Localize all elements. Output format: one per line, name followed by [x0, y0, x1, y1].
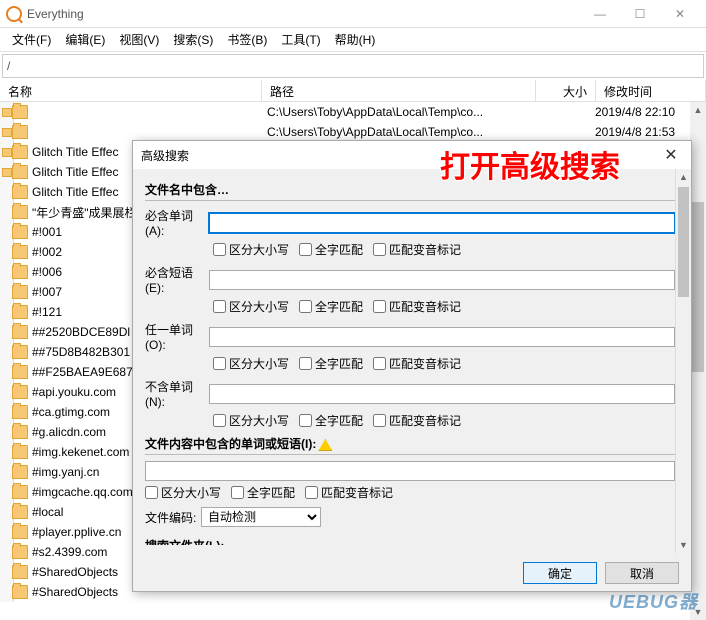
menu-search[interactable]: 搜索(S) — [167, 29, 219, 50]
column-headers: 名称 路径 大小 修改时间 — [0, 80, 706, 102]
folder-icon — [12, 505, 28, 519]
folder-icon — [12, 225, 28, 239]
folder-icon — [12, 385, 28, 399]
main-scrollbar[interactable]: ▲ ▼ — [690, 102, 706, 620]
scroll-down-icon[interactable]: ▼ — [676, 537, 691, 553]
pathbar-text: / — [7, 59, 10, 73]
chk-whole-2[interactable]: 全字匹配 — [299, 298, 363, 315]
chk-whole-1[interactable]: 全字匹配 — [299, 241, 363, 258]
chk-whole-5[interactable]: 全字匹配 — [231, 484, 295, 501]
menu-help[interactable]: 帮助(H) — [329, 29, 382, 50]
folder-icon — [12, 585, 28, 599]
scroll-thumb[interactable] — [692, 202, 704, 372]
menu-tools[interactable]: 工具(T) — [275, 29, 326, 50]
table-row[interactable]: C:\Users\Toby\AppData\Local\Temp\co... 2… — [4, 122, 700, 142]
folder-icon — [12, 145, 28, 159]
col-path[interactable]: 路径 — [262, 80, 536, 101]
chk-whole-3[interactable]: 全字匹配 — [299, 355, 363, 372]
app-logo — [6, 6, 22, 22]
select-encoding[interactable]: 自动检测 — [201, 507, 321, 527]
window-titlebar: Everything — ☐ ✕ — [0, 0, 706, 28]
label-all-words: 必含单词(A): — [145, 207, 209, 238]
section-folder: 搜索文件夹(L): — [145, 537, 675, 545]
input-any-word[interactable] — [209, 327, 675, 347]
folder-icon — [12, 405, 28, 419]
chk-case-1[interactable]: 区分大小写 — [213, 241, 289, 258]
folder-icon — [12, 325, 28, 339]
table-row[interactable]: C:\Users\Toby\AppData\Local\Temp\co... 2… — [4, 102, 700, 122]
minimize-button[interactable]: — — [580, 2, 620, 26]
file-path: C:\Users\Toby\AppData\Local\Temp\co... — [267, 125, 595, 139]
watermark: UEBUG器 — [609, 588, 698, 614]
input-phrase[interactable] — [209, 270, 675, 290]
chk-case-5[interactable]: 区分大小写 — [145, 484, 221, 501]
folder-icon — [12, 265, 28, 279]
folder-icon — [12, 465, 28, 479]
close-window-button[interactable]: ✕ — [660, 2, 700, 26]
annotation-text: 打开高级搜索 — [440, 142, 620, 186]
label-encoding: 文件编码: — [145, 509, 201, 526]
chk-case-3[interactable]: 区分大小写 — [213, 355, 289, 372]
section-content: 文件内容中包含的单词或短语(I): — [145, 435, 675, 455]
chk-diacritics-1[interactable]: 匹配变音标记 — [373, 241, 461, 258]
chk-diacritics-2[interactable]: 匹配变音标记 — [373, 298, 461, 315]
folder-icon — [12, 345, 28, 359]
cancel-button[interactable]: 取消 — [605, 562, 679, 584]
search-bar[interactable]: / — [2, 54, 704, 78]
label-none-word: 不含单词(N): — [145, 378, 209, 409]
chk-whole-4[interactable]: 全字匹配 — [299, 412, 363, 429]
col-size[interactable]: 大小 — [536, 80, 596, 101]
folder-icon — [12, 425, 28, 439]
menu-edit[interactable]: 编辑(E) — [59, 29, 111, 50]
chk-diacritics-3[interactable]: 匹配变音标记 — [373, 355, 461, 372]
menu-view[interactable]: 视图(V) — [113, 29, 165, 50]
scroll-up-icon[interactable]: ▲ — [676, 169, 691, 185]
menu-bar: 文件(F) 编辑(E) 视图(V) 搜索(S) 书签(B) 工具(T) 帮助(H… — [0, 28, 706, 52]
input-content[interactable] — [145, 461, 675, 481]
folder-icon — [12, 485, 28, 499]
file-date: 2019/4/8 22:10 — [595, 105, 700, 119]
close-icon[interactable]: ✕ — [659, 143, 683, 167]
input-all-words[interactable] — [209, 213, 675, 233]
folder-icon — [12, 445, 28, 459]
window-title: Everything — [27, 7, 580, 21]
folder-icon — [12, 125, 28, 139]
scroll-up-icon[interactable]: ▲ — [690, 102, 706, 118]
folder-icon — [12, 525, 28, 539]
advanced-search-dialog: 高级搜索 ✕ 文件名中包含… 必含单词(A): 区分大小写 全字匹配 匹配变音标… — [132, 140, 692, 592]
maximize-button[interactable]: ☐ — [620, 2, 660, 26]
input-none-word[interactable] — [209, 384, 675, 404]
chk-diacritics-4[interactable]: 匹配变音标记 — [373, 412, 461, 429]
folder-icon — [12, 545, 28, 559]
file-path: C:\Users\Toby\AppData\Local\Temp\co... — [267, 105, 595, 119]
menu-file[interactable]: 文件(F) — [6, 29, 57, 50]
folder-icon — [12, 245, 28, 259]
label-any-word: 任一单词(O): — [145, 321, 209, 352]
col-name[interactable]: 名称 — [0, 80, 262, 101]
folder-icon — [12, 185, 28, 199]
col-date[interactable]: 修改时间 — [596, 80, 706, 101]
ok-button[interactable]: 确定 — [523, 562, 597, 584]
folder-icon — [12, 565, 28, 579]
folder-icon — [12, 365, 28, 379]
chk-case-4[interactable]: 区分大小写 — [213, 412, 289, 429]
file-date: 2019/4/8 21:53 — [595, 125, 700, 139]
folder-icon — [12, 285, 28, 299]
folder-icon — [12, 205, 28, 219]
scroll-thumb[interactable] — [678, 187, 689, 297]
warning-icon — [318, 439, 332, 451]
dialog-scrollbar[interactable]: ▲ ▼ — [675, 169, 691, 553]
chk-case-2[interactable]: 区分大小写 — [213, 298, 289, 315]
dialog-buttons: 确定 取消 — [133, 555, 691, 591]
label-phrase: 必含短语(E): — [145, 264, 209, 295]
folder-icon — [12, 165, 28, 179]
folder-icon — [12, 105, 28, 119]
menu-bookmarks[interactable]: 书签(B) — [221, 29, 273, 50]
folder-icon — [12, 305, 28, 319]
chk-diacritics-5[interactable]: 匹配变音标记 — [305, 484, 393, 501]
